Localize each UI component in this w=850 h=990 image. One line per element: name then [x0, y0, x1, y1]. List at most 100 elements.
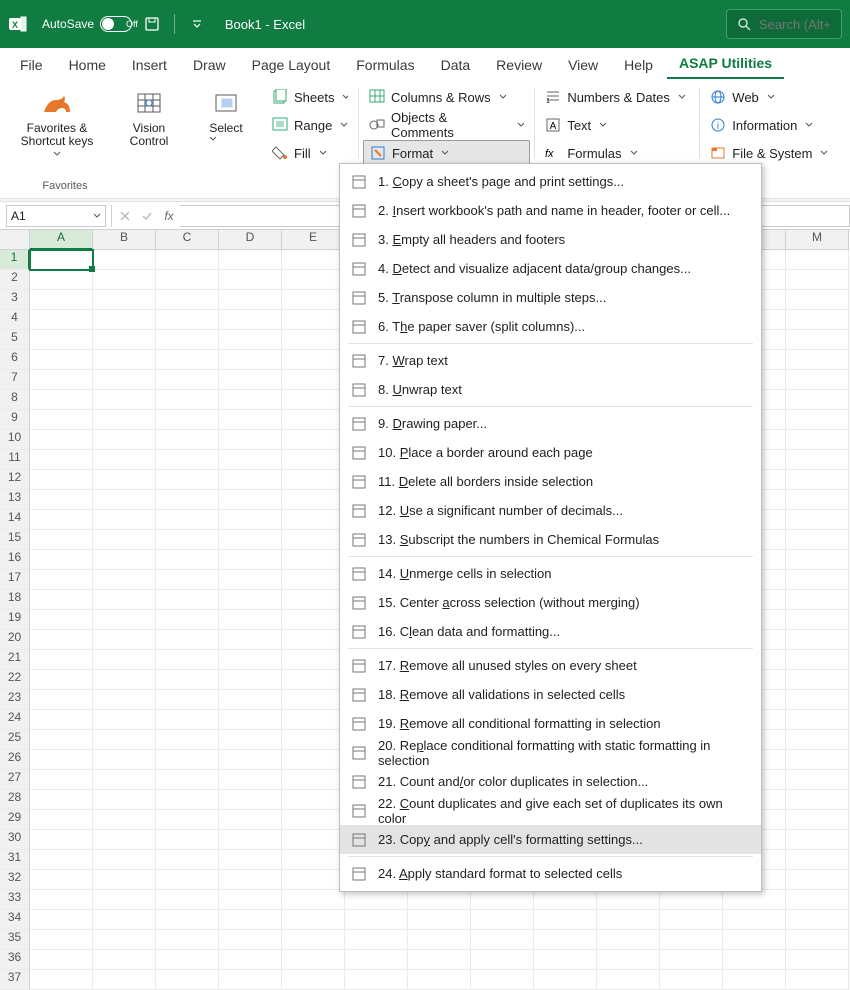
cell[interactable] [219, 470, 282, 490]
row-header[interactable]: 18 [0, 590, 30, 610]
cell[interactable] [786, 810, 849, 830]
cell[interactable] [93, 330, 156, 350]
tab-data[interactable]: Data [429, 51, 483, 79]
row-header[interactable]: 33 [0, 890, 30, 910]
sheets-button[interactable]: Sheets [266, 84, 354, 110]
row-header[interactable]: 35 [0, 930, 30, 950]
cell[interactable] [156, 870, 219, 890]
row-header[interactable]: 3 [0, 290, 30, 310]
cell[interactable] [723, 950, 786, 970]
cell[interactable] [30, 750, 93, 770]
cell[interactable] [156, 690, 219, 710]
cell[interactable] [660, 950, 723, 970]
tab-formulas[interactable]: Formulas [344, 51, 426, 79]
cell[interactable] [30, 770, 93, 790]
cell[interactable] [219, 890, 282, 910]
cell[interactable] [156, 810, 219, 830]
cell[interactable] [282, 690, 345, 710]
cell[interactable] [282, 250, 345, 270]
cell[interactable] [345, 930, 408, 950]
cell[interactable] [786, 870, 849, 890]
cell[interactable] [93, 670, 156, 690]
column-header[interactable]: A [30, 230, 93, 250]
cell[interactable] [345, 950, 408, 970]
cell[interactable] [219, 350, 282, 370]
cell[interactable] [93, 350, 156, 370]
cell[interactable] [282, 390, 345, 410]
cell[interactable] [156, 830, 219, 850]
cell[interactable] [156, 610, 219, 630]
cell[interactable] [219, 290, 282, 310]
menu-item-13[interactable]: 13. Subscript the numbers in Chemical Fo… [340, 525, 761, 554]
cell[interactable] [534, 950, 597, 970]
cell[interactable] [282, 570, 345, 590]
cell[interactable] [786, 750, 849, 770]
cell[interactable] [345, 970, 408, 990]
menu-item-22[interactable]: 22. Count duplicates and give each set o… [340, 796, 761, 825]
cell[interactable] [156, 510, 219, 530]
menu-item-21[interactable]: 21. Count and/or color duplicates in sel… [340, 767, 761, 796]
cell[interactable] [30, 370, 93, 390]
cell[interactable] [282, 290, 345, 310]
cell[interactable] [786, 270, 849, 290]
row-header[interactable]: 28 [0, 790, 30, 810]
cell[interactable] [156, 430, 219, 450]
menu-item-9[interactable]: 9. Drawing paper... [340, 409, 761, 438]
cell[interactable] [30, 310, 93, 330]
cell[interactable] [156, 250, 219, 270]
row-header[interactable]: 10 [0, 430, 30, 450]
cell[interactable] [219, 810, 282, 830]
column-header[interactable]: B [93, 230, 156, 250]
cell[interactable] [597, 930, 660, 950]
cell[interactable] [282, 730, 345, 750]
cell[interactable] [219, 430, 282, 450]
cell[interactable] [219, 270, 282, 290]
cell[interactable] [30, 810, 93, 830]
cell[interactable] [219, 790, 282, 810]
cell[interactable] [786, 350, 849, 370]
cell[interactable] [93, 810, 156, 830]
row-header[interactable]: 7 [0, 370, 30, 390]
cell[interactable] [156, 370, 219, 390]
cell[interactable] [723, 890, 786, 910]
cell[interactable] [345, 910, 408, 930]
cell[interactable] [156, 970, 219, 990]
cell[interactable] [30, 550, 93, 570]
column-header[interactable]: E [282, 230, 345, 250]
column-header[interactable]: M [786, 230, 849, 250]
cancel-formula-button[interactable] [114, 205, 136, 227]
objects-comments-button[interactable]: Objects & Comments [363, 112, 530, 138]
row-header[interactable]: 20 [0, 630, 30, 650]
menu-item-7[interactable]: 7. Wrap text [340, 346, 761, 375]
cell[interactable] [660, 890, 723, 910]
row-header[interactable]: 15 [0, 530, 30, 550]
cell[interactable] [723, 930, 786, 950]
cell[interactable] [30, 410, 93, 430]
cell[interactable] [156, 750, 219, 770]
cell[interactable] [156, 530, 219, 550]
row-header[interactable]: 22 [0, 670, 30, 690]
cell[interactable] [471, 890, 534, 910]
cell[interactable] [219, 250, 282, 270]
row-header[interactable]: 31 [0, 850, 30, 870]
tab-home[interactable]: Home [57, 51, 118, 79]
row-header[interactable]: 8 [0, 390, 30, 410]
name-box[interactable]: A1 [6, 205, 106, 227]
cell[interactable] [93, 510, 156, 530]
cell[interactable] [93, 790, 156, 810]
save-button[interactable] [138, 10, 166, 38]
range-button[interactable]: Range [266, 112, 354, 138]
cell[interactable] [282, 310, 345, 330]
cell[interactable] [30, 710, 93, 730]
cell[interactable] [156, 490, 219, 510]
cell[interactable] [30, 510, 93, 530]
cell[interactable] [219, 730, 282, 750]
cell[interactable] [93, 430, 156, 450]
cell[interactable] [93, 830, 156, 850]
menu-item-16[interactable]: 16. Clean data and formatting... [340, 617, 761, 646]
cell[interactable] [93, 550, 156, 570]
row-header[interactable]: 14 [0, 510, 30, 530]
cell[interactable] [30, 470, 93, 490]
cell[interactable] [786, 330, 849, 350]
cell[interactable] [282, 510, 345, 530]
